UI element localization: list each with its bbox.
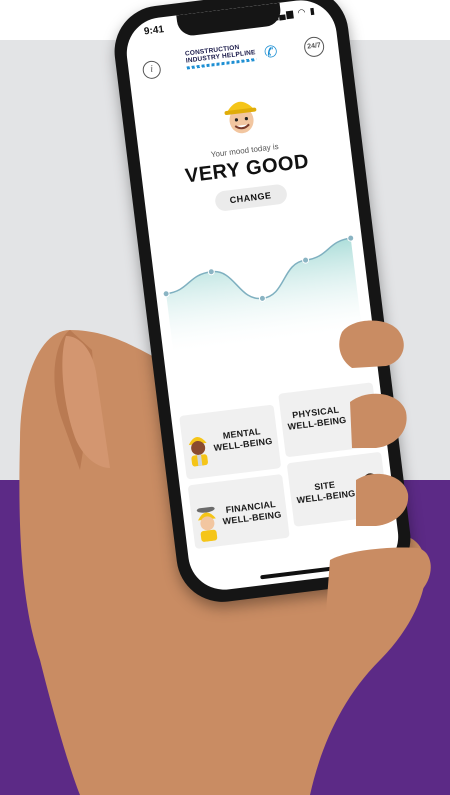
hand-fingers bbox=[62, 320, 431, 616]
